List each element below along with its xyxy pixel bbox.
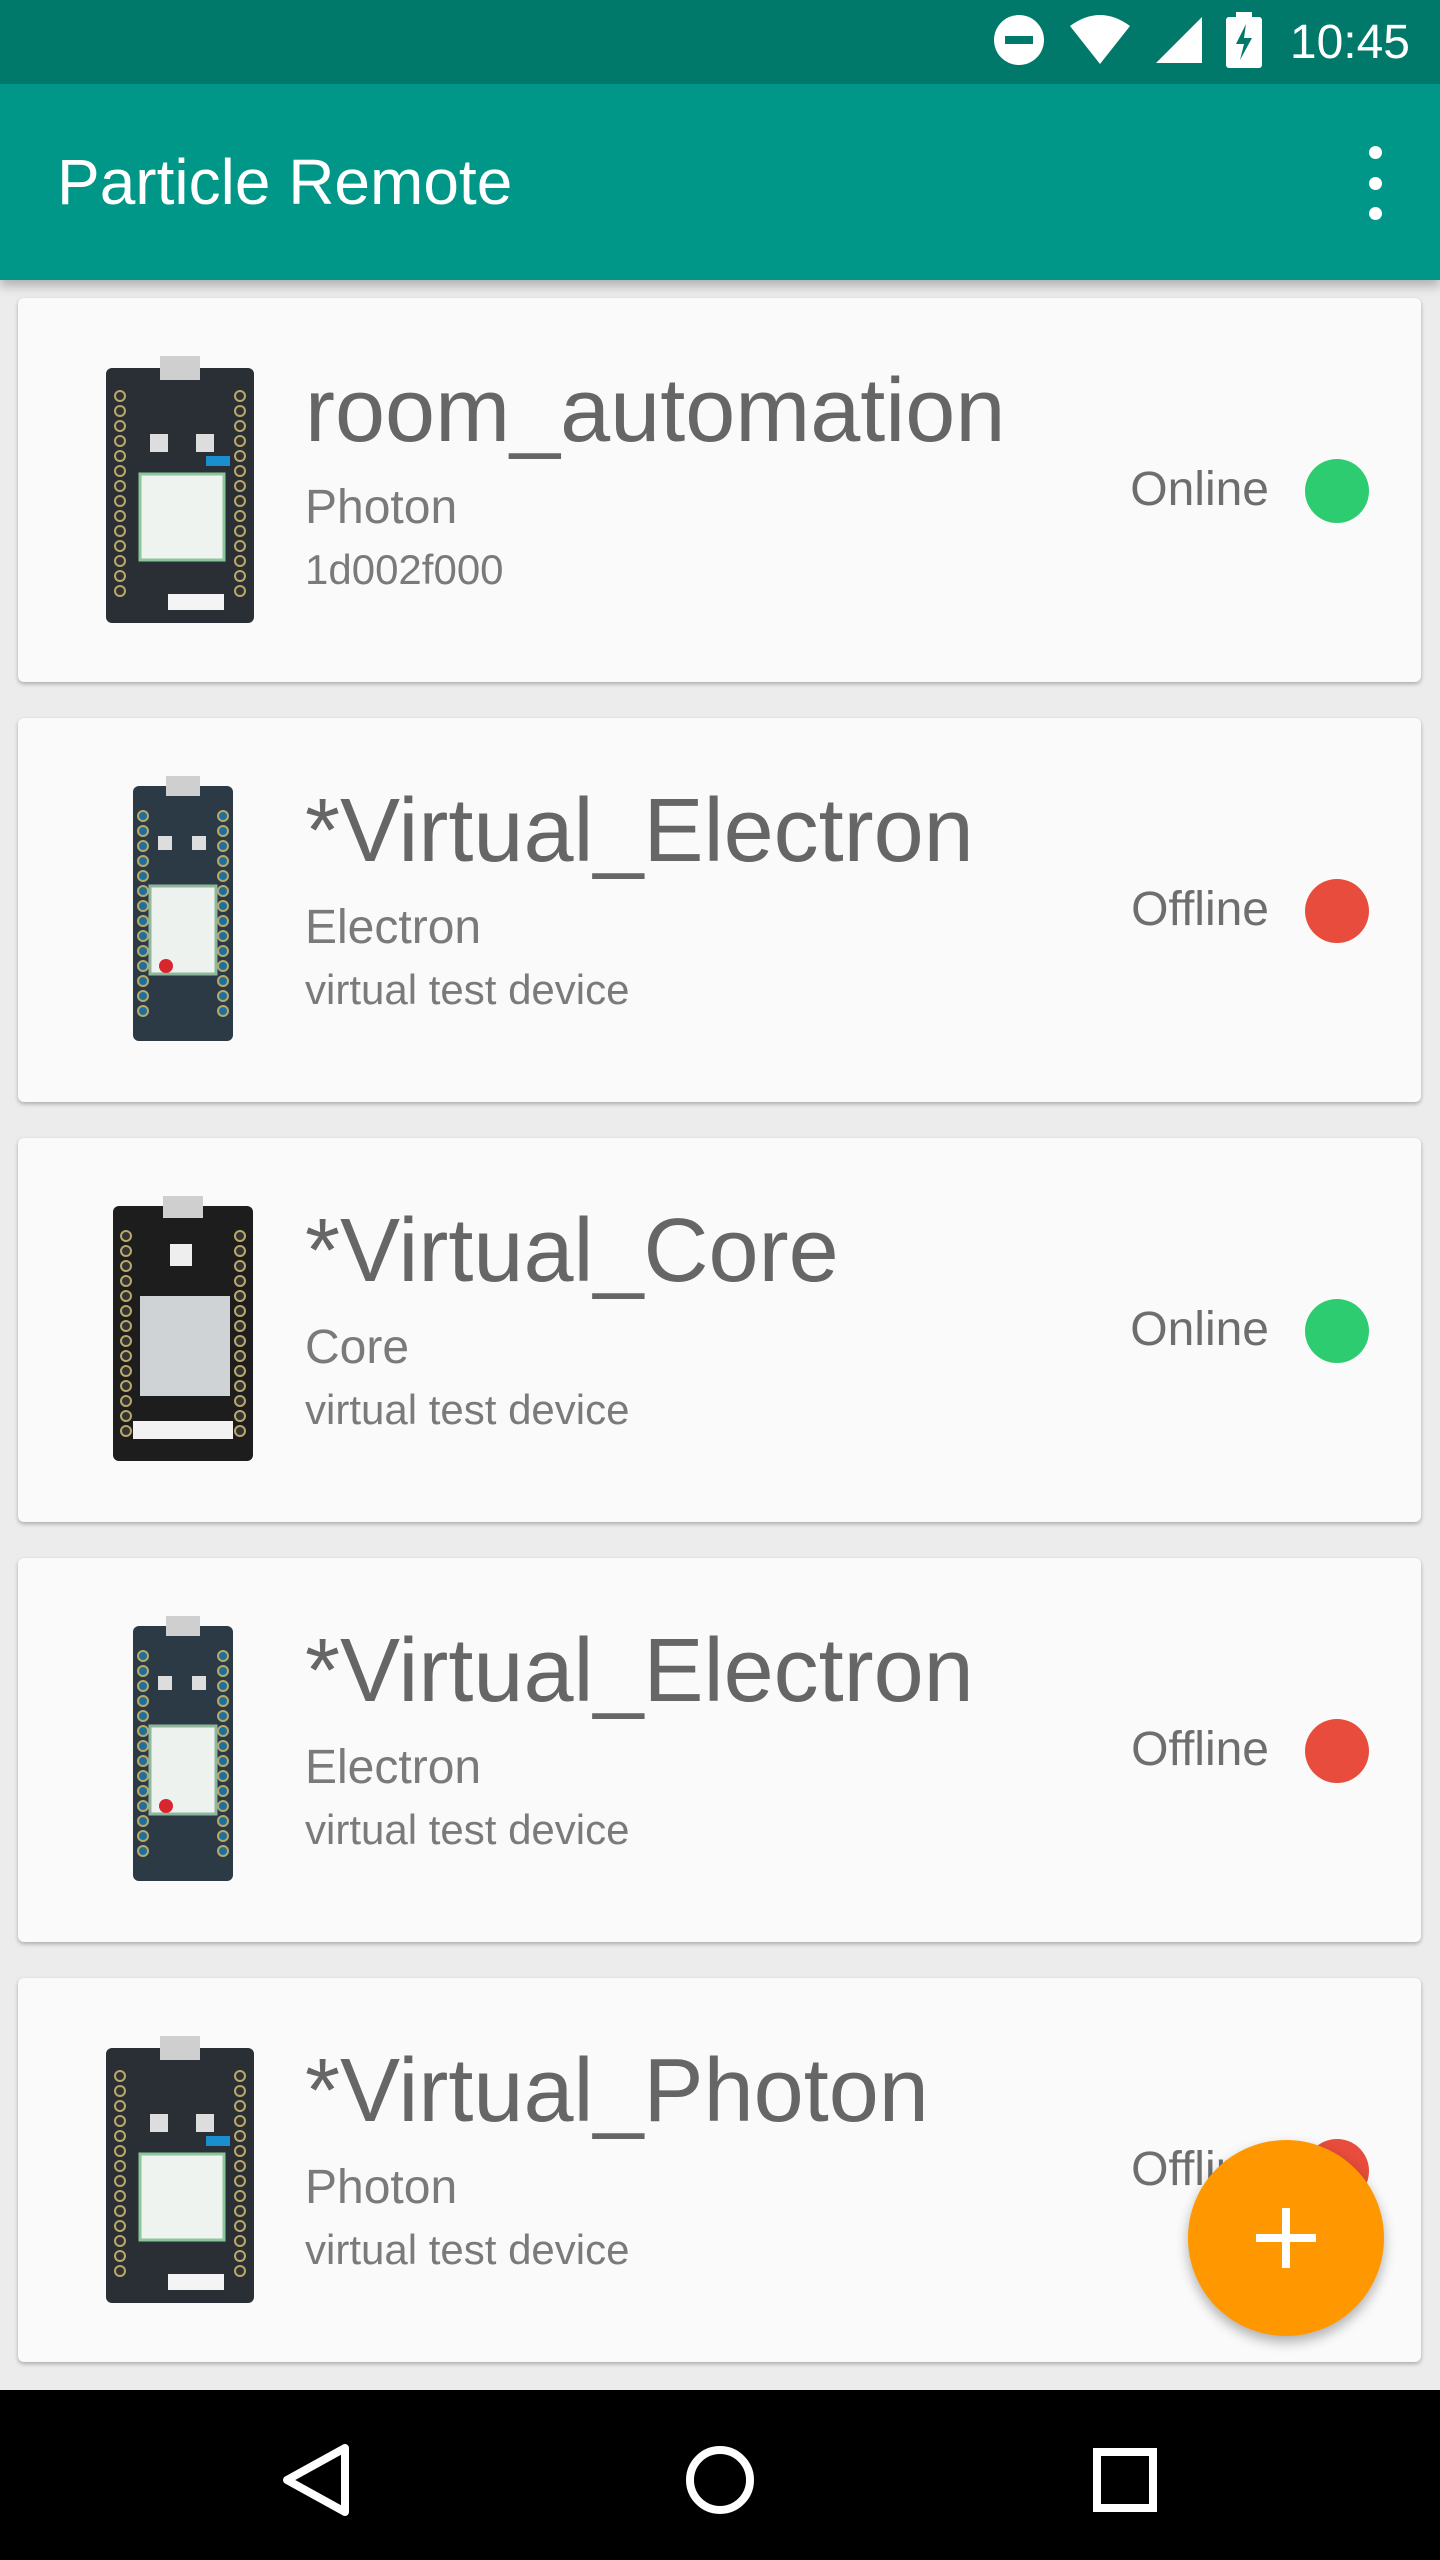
device-card[interactable]: room_automation Photon 1d002f000 Online xyxy=(18,298,1421,682)
app-title: Particle Remote xyxy=(57,146,513,218)
photon-board-image xyxy=(88,2036,268,2306)
home-button[interactable] xyxy=(670,2430,770,2530)
navigation-bar xyxy=(0,2390,1440,2560)
status-dot-icon xyxy=(1305,879,1369,943)
device-card[interactable]: *Virtual_Core Core virtual test device O… xyxy=(18,1138,1421,1522)
photon-board-image xyxy=(88,356,268,626)
device-status: Online xyxy=(1130,463,1269,516)
device-status: Offline xyxy=(1131,883,1269,936)
core-board-image xyxy=(88,1196,268,1466)
device-type: Electron xyxy=(305,1741,482,1794)
device-name: *Virtual_Photon xyxy=(305,2041,929,2141)
electron-board-image xyxy=(88,1616,268,1886)
device-type: Photon xyxy=(305,2161,458,2214)
app-bar: Particle Remote xyxy=(0,84,1440,280)
recents-icon xyxy=(1093,2448,1157,2512)
status-time: 10:45 xyxy=(1289,15,1410,69)
device-list: room_automation Photon 1d002f000 Online … xyxy=(0,280,1440,2390)
device-name: *Virtual_Core xyxy=(305,1201,839,1301)
electron-board-image xyxy=(88,776,268,1046)
device-name: *Virtual_Electron xyxy=(305,781,974,881)
status-dot-icon xyxy=(1305,1299,1369,1363)
plus-icon xyxy=(1256,2208,1316,2268)
device-type: Photon xyxy=(305,481,458,534)
back-button[interactable] xyxy=(265,2430,365,2530)
overflow-menu-icon[interactable] xyxy=(1350,146,1400,220)
device-card[interactable]: *Virtual_Electron Electron virtual test … xyxy=(18,718,1421,1102)
back-icon xyxy=(283,2444,349,2516)
status-dot-icon xyxy=(1305,1719,1369,1783)
device-description: virtual test device xyxy=(305,2226,630,2273)
status-dot-icon xyxy=(1305,459,1369,523)
status-icons: 10:45 xyxy=(992,0,1410,84)
device-card[interactable]: *Virtual_Electron Electron virtual test … xyxy=(18,1558,1421,1942)
device-type: Electron xyxy=(305,901,482,954)
status-bar: 10:45 xyxy=(0,0,1440,84)
device-description: 1d002f000 xyxy=(305,546,504,593)
device-card[interactable]: *Virtual_Photon Photon virtual test devi… xyxy=(18,1978,1421,2362)
device-name: *Virtual_Electron xyxy=(305,1621,974,1721)
add-device-button[interactable] xyxy=(1188,2140,1384,2336)
device-description: virtual test device xyxy=(305,966,630,1013)
recents-button[interactable] xyxy=(1075,2430,1175,2530)
device-type: Core xyxy=(305,1321,410,1374)
wifi-icon xyxy=(1068,14,1132,71)
device-name: room_automation xyxy=(305,361,1006,461)
device-description: virtual test device xyxy=(305,1806,630,1853)
do-not-disturb-icon xyxy=(992,13,1046,72)
device-status: Offline xyxy=(1131,1723,1269,1776)
signal-icon xyxy=(1154,15,1204,70)
home-icon xyxy=(686,2446,754,2514)
battery-charging-icon xyxy=(1225,11,1262,73)
device-status: Online xyxy=(1130,1303,1269,1356)
device-description: virtual test device xyxy=(305,1386,630,1433)
